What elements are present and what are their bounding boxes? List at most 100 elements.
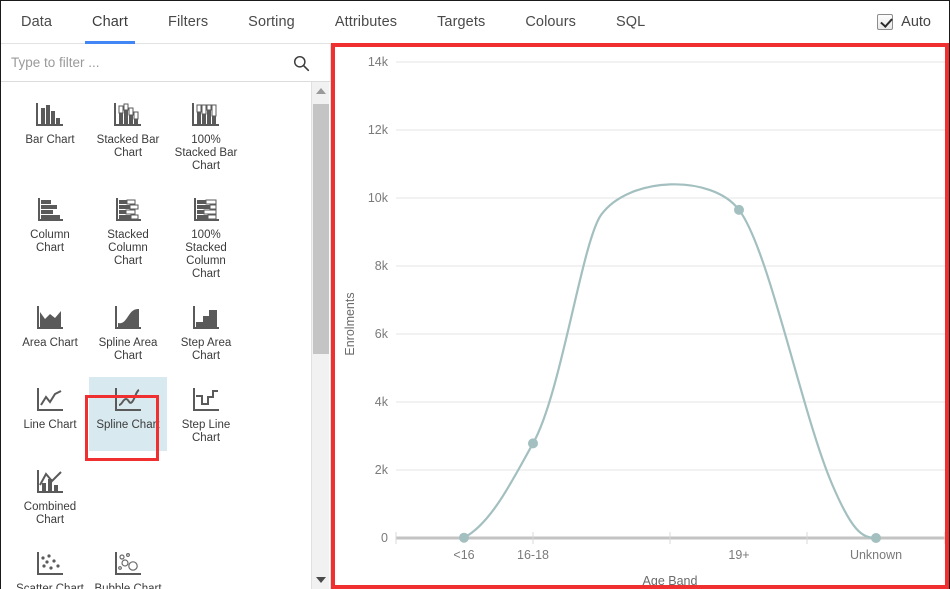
filter-input[interactable] xyxy=(1,46,281,80)
tab-colours[interactable]: Colours xyxy=(505,1,596,43)
tab-label: Attributes xyxy=(335,14,397,30)
chart-designer-window: Data Chart Filters Sorting Attributes Ta… xyxy=(0,0,950,589)
pct-stacked-column-chart-icon xyxy=(189,195,223,225)
x-tick-label: Unknown xyxy=(850,548,902,562)
chart-type-spline-area-chart[interactable]: Spline Area Chart xyxy=(89,295,167,369)
tab-label: Chart xyxy=(92,14,128,30)
data-point-marker[interactable] xyxy=(734,205,744,215)
chart-type-stacked-column-chart[interactable]: Stacked Column Chart xyxy=(89,187,167,287)
chart-type-label: Column Chart xyxy=(15,229,85,255)
tab-filters[interactable]: Filters xyxy=(148,1,228,43)
pct-stacked-bar-chart-icon xyxy=(189,100,223,130)
y-tick-label: 0 xyxy=(381,531,388,545)
chart-type-label: Bubble Chart xyxy=(94,583,161,589)
x-tick-label: 19+ xyxy=(728,548,749,562)
series-markers-enrolments xyxy=(459,205,881,543)
chart-type-label: 100% Stacked Bar Chart xyxy=(171,134,241,173)
tab-attributes[interactable]: Attributes xyxy=(315,1,417,43)
spline-chart-icon xyxy=(111,385,145,415)
search-icon[interactable] xyxy=(293,55,310,72)
stacked-bar-chart-icon xyxy=(111,100,145,130)
y-tick-label: 14k xyxy=(368,55,389,69)
chart-preview-panel: 14k 12k 10k 8k 6k 4k 2k 0 Enrolments xyxy=(332,44,949,589)
tab-data[interactable]: Data xyxy=(1,1,72,43)
y-tick-label: 6k xyxy=(375,327,389,341)
chart-type-label: Scatter Chart xyxy=(16,583,84,589)
tab-targets[interactable]: Targets xyxy=(417,1,505,43)
chart-type-label: Area Chart xyxy=(22,337,78,350)
chart-type-combined-chart[interactable]: Combined Chart xyxy=(11,459,89,533)
auto-refresh-control: Auto xyxy=(877,1,949,43)
chart-type-step-line-chart[interactable]: Step Line Chart xyxy=(167,377,245,451)
tab-label: Colours xyxy=(525,14,576,30)
tab-label: Sorting xyxy=(248,14,295,30)
data-point-marker[interactable] xyxy=(459,533,469,543)
chart-type-step-area-chart[interactable]: Step Area Chart xyxy=(167,295,245,369)
chart-type-line-chart[interactable]: Line Chart xyxy=(11,377,89,451)
tab-label: Data xyxy=(21,14,52,30)
area-chart-icon xyxy=(33,303,67,333)
chart-gridlines xyxy=(396,62,945,470)
chart-type-pct-stacked-bar-chart[interactable]: 100% Stacked Bar Chart xyxy=(167,92,245,179)
tab-bar-spacer xyxy=(665,1,877,43)
chart-type-label: Step Area Chart xyxy=(171,337,241,363)
chart-type-grid: Bar Chart xyxy=(1,82,309,589)
auto-label: Auto xyxy=(901,14,931,30)
tab-chart[interactable]: Chart xyxy=(72,1,148,43)
chart-type-scatter-chart[interactable]: Scatter Chart xyxy=(11,541,89,589)
step-area-chart-icon xyxy=(189,303,223,333)
chart-type-label: Step Line Chart xyxy=(171,419,241,445)
scatter-chart-icon xyxy=(33,549,67,579)
chart-type-label: 100% Stacked Column Chart xyxy=(171,229,241,281)
chart-type-label: Line Chart xyxy=(23,419,76,432)
scrollbar-thumb[interactable] xyxy=(313,104,329,354)
step-line-chart-icon xyxy=(189,385,223,415)
x-axis-tick-labels: <16 16-18 19+ Unknown xyxy=(453,548,902,562)
line-chart-icon xyxy=(33,385,67,415)
y-axis-title: Enrolments xyxy=(343,292,357,355)
tab-label: Targets xyxy=(437,14,485,30)
x-tick-label: <16 xyxy=(453,548,474,562)
tab-label: SQL xyxy=(616,14,645,30)
bubble-chart-icon xyxy=(111,549,145,579)
y-tick-label: 12k xyxy=(368,123,389,137)
chart-type-label: Spline Chart xyxy=(96,419,159,432)
y-tick-label: 10k xyxy=(368,191,389,205)
chart-type-label: Stacked Bar Chart xyxy=(93,134,163,160)
chart-type-spline-chart[interactable]: Spline Chart xyxy=(89,377,167,451)
y-tick-label: 2k xyxy=(375,463,389,477)
tab-sql[interactable]: SQL xyxy=(596,1,665,43)
y-tick-label: 8k xyxy=(375,259,389,273)
x-axis-title: Age Band xyxy=(643,574,698,588)
scroll-up-arrow-icon[interactable] xyxy=(312,82,330,100)
column-chart-icon xyxy=(33,195,67,225)
chart-type-bar-chart[interactable]: Bar Chart xyxy=(11,92,89,179)
main-tab-bar: Data Chart Filters Sorting Attributes Ta… xyxy=(1,1,949,44)
data-point-marker[interactable] xyxy=(871,533,881,543)
chart-type-panel: Bar Chart xyxy=(1,44,331,589)
combined-chart-icon xyxy=(33,467,67,497)
y-tick-label: 4k xyxy=(375,395,389,409)
tab-label: Filters xyxy=(168,14,208,30)
auto-checkbox[interactable] xyxy=(877,14,893,30)
chart-type-pct-stacked-column-chart[interactable]: 100% Stacked Column Chart xyxy=(167,187,245,287)
tab-sorting[interactable]: Sorting xyxy=(228,1,315,43)
filter-row xyxy=(1,44,330,82)
y-axis-tick-labels: 14k 12k 10k 8k 6k 4k 2k 0 xyxy=(368,55,389,545)
chart-type-column-chart[interactable]: Column Chart xyxy=(11,187,89,287)
chart-type-grid-viewport: Bar Chart xyxy=(1,82,330,589)
chart-type-label: Combined Chart xyxy=(15,501,85,527)
spline-chart-canvas[interactable]: 14k 12k 10k 8k 6k 4k 2k 0 Enrolments xyxy=(332,44,949,589)
scroll-down-arrow-icon[interactable] xyxy=(312,571,330,589)
chart-type-stacked-bar-chart[interactable]: Stacked Bar Chart xyxy=(89,92,167,179)
chart-type-area-chart[interactable]: Area Chart xyxy=(11,295,89,369)
chart-type-bubble-chart[interactable]: Bubble Chart xyxy=(89,541,167,589)
stacked-column-chart-icon xyxy=(111,195,145,225)
data-point-marker[interactable] xyxy=(528,438,538,448)
chart-type-label: Bar Chart xyxy=(25,134,74,147)
bar-chart-icon xyxy=(33,100,67,130)
x-tick-label: 16-18 xyxy=(517,548,549,562)
chart-type-label: Spline Area Chart xyxy=(93,337,163,363)
spline-area-chart-icon xyxy=(111,303,145,333)
chart-type-scrollbar[interactable] xyxy=(311,82,329,589)
